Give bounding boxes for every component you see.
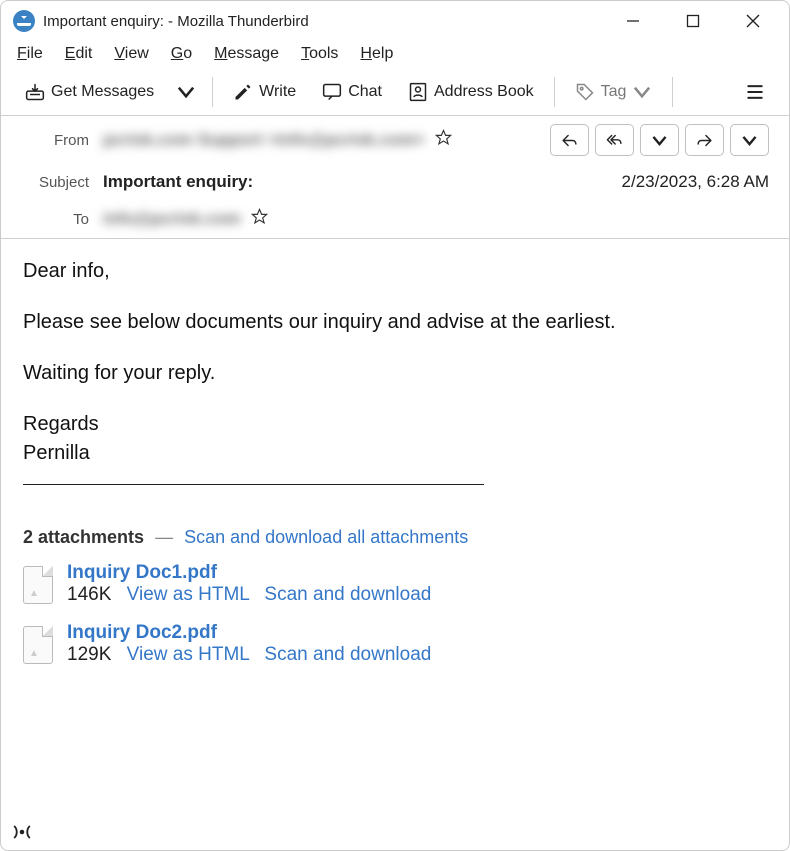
menu-help[interactable]: Help (360, 45, 393, 63)
download-messages-icon (25, 82, 45, 102)
window-title: Important enquiry: - Mozilla Thunderbird (43, 13, 619, 30)
signature-divider (23, 484, 484, 485)
body-paragraph: Please see below documents our inquiry a… (23, 308, 767, 337)
reply-all-dropdown[interactable] (640, 124, 679, 156)
chevron-down-icon (632, 82, 652, 102)
attachment-size: 146K (67, 584, 111, 605)
maximize-button[interactable] (679, 7, 707, 35)
header-from-row: From pcrisk.com Support <info@pcrisk.com… (1, 116, 789, 164)
menu-message[interactable]: Message (214, 45, 279, 63)
header-from-value: pcrisk.com Support <info@pcrisk.com> (103, 130, 425, 150)
menu-go[interactable]: Go (171, 45, 192, 63)
get-messages-label: Get Messages (51, 83, 154, 101)
chat-label: Chat (348, 83, 382, 101)
address-book-label: Address Book (434, 83, 534, 101)
write-label: Write (259, 83, 296, 101)
titlebar: Important enquiry: - Mozilla Thunderbird (1, 1, 789, 41)
reply-button[interactable] (550, 124, 589, 156)
write-button[interactable]: Write (223, 75, 306, 109)
hamburger-icon (745, 82, 765, 102)
star-to-button[interactable] (251, 208, 268, 230)
tag-button[interactable]: Tag (565, 75, 663, 109)
message-body: Dear info, Please see below documents ou… (1, 239, 789, 527)
attachment-filename[interactable]: Inquiry Doc2.pdf (67, 622, 431, 644)
get-messages-button[interactable]: Get Messages (15, 75, 164, 109)
close-button[interactable] (739, 7, 767, 35)
header-subject-label: Subject (21, 174, 89, 191)
header-subject-row: Subject Important enquiry: 2/23/2023, 6:… (1, 164, 789, 200)
tag-label: Tag (601, 83, 627, 101)
header-to-label: To (21, 211, 89, 228)
get-messages-dropdown[interactable] (170, 75, 202, 109)
pencil-icon (233, 82, 253, 102)
menu-tools[interactable]: Tools (301, 45, 338, 63)
message-actions (550, 124, 769, 156)
reply-all-button[interactable] (595, 124, 634, 156)
attachments-header: 2 attachments — Scan and download all at… (23, 527, 767, 548)
body-greeting: Dear info, (23, 257, 767, 286)
header-to-row: To info@pcrisk.com (1, 200, 789, 238)
toolbar-separator (672, 77, 673, 107)
attachment-item: Inquiry Doc1.pdf 146K View as HTML Scan … (23, 562, 767, 606)
header-to-value: info@pcrisk.com (103, 209, 241, 229)
chevron-down-icon (176, 82, 196, 102)
file-icon[interactable] (23, 626, 53, 664)
minimize-button[interactable] (619, 7, 647, 35)
body-paragraph: Waiting for your reply. (23, 359, 767, 388)
toolbar: Get Messages Write Chat Address Book Tag (1, 69, 789, 116)
attachment-item: Inquiry Doc2.pdf 129K View as HTML Scan … (23, 622, 767, 666)
view-html-link[interactable]: View as HTML (127, 584, 249, 605)
toolbar-separator (554, 77, 555, 107)
window-controls (619, 7, 777, 35)
menu-edit[interactable]: Edit (65, 45, 93, 63)
app-menu-button[interactable] (735, 75, 775, 109)
message-headers: From pcrisk.com Support <info@pcrisk.com… (1, 116, 789, 239)
attachment-filename[interactable]: Inquiry Doc1.pdf (67, 562, 431, 584)
scan-download-link[interactable]: Scan and download (264, 584, 431, 605)
address-book-button[interactable]: Address Book (398, 75, 544, 109)
attachments-section: 2 attachments — Scan and download all at… (1, 527, 789, 700)
address-book-icon (408, 82, 428, 102)
scan-download-link[interactable]: Scan and download (264, 644, 431, 665)
status-bar (1, 818, 789, 850)
body-signoff: Regards Pernilla (23, 410, 767, 468)
menu-file[interactable]: File (17, 45, 43, 63)
header-subject-value: Important enquiry: (103, 172, 253, 192)
file-icon[interactable] (23, 566, 53, 604)
star-from-button[interactable] (435, 129, 452, 151)
thunderbird-app-icon (13, 10, 35, 32)
menubar: File Edit View Go Message Tools Help (1, 41, 789, 69)
attachment-size: 129K (67, 644, 111, 665)
view-html-link[interactable]: View as HTML (127, 644, 249, 665)
forward-button[interactable] (685, 124, 724, 156)
online-status-icon[interactable] (11, 821, 33, 848)
scan-download-all-link[interactable]: Scan and download all attachments (184, 527, 468, 547)
header-date: 2/23/2023, 6:28 AM (622, 172, 769, 192)
header-from-label: From (21, 132, 89, 149)
menu-view[interactable]: View (114, 45, 148, 63)
toolbar-separator (212, 77, 213, 107)
attachments-count: 2 attachments (23, 527, 144, 547)
tag-icon (575, 82, 595, 102)
chat-icon (322, 82, 342, 102)
chat-button[interactable]: Chat (312, 75, 392, 109)
more-actions-dropdown[interactable] (730, 124, 769, 156)
